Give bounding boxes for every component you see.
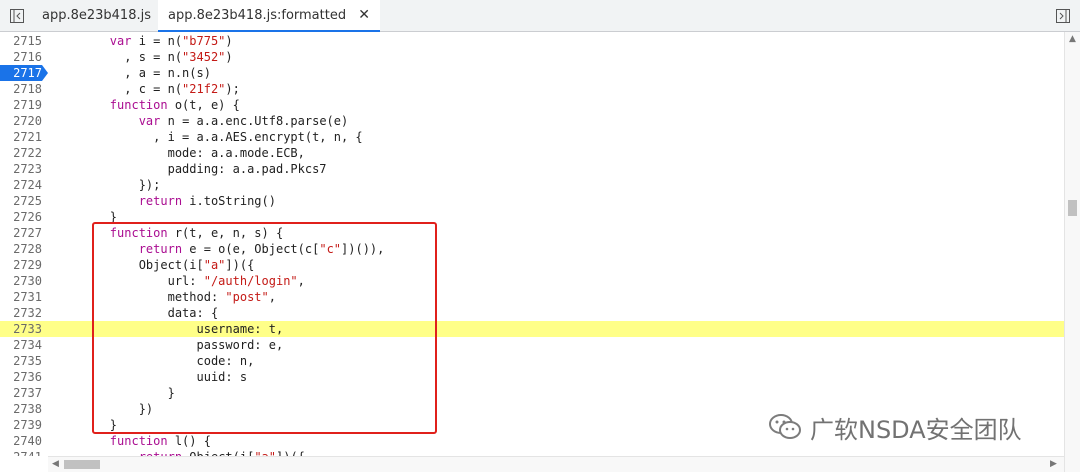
code-line[interactable]: 2737 } <box>0 385 1064 401</box>
scroll-right-icon[interactable]: ▶ <box>1050 459 1057 469</box>
code-text: } <box>52 418 118 432</box>
tab-label: app.8e23b418.js:formatted <box>168 8 347 23</box>
watermark: 广软NSDA安全团队 <box>768 410 1022 444</box>
code-line[interactable]: 2732 data: { <box>0 305 1064 321</box>
code-text: Object(i["a"])({ <box>52 258 255 272</box>
code-line[interactable]: 2717 , a = n.n(s) <box>0 65 1064 81</box>
code-line[interactable]: 2733 username: t, <box>0 321 1064 337</box>
code-text: password: e, <box>52 338 284 352</box>
toggle-debugger-icon[interactable] <box>1056 8 1070 23</box>
code-editor[interactable]: 2715 var i = n("b775") 2716 , s = n("3452… <box>0 32 1064 456</box>
line-number[interactable]: 2724 <box>0 177 42 193</box>
code-text: , a = n.n(s) <box>52 66 211 80</box>
close-icon[interactable]: ✕ <box>358 0 370 31</box>
line-number[interactable]: 2722 <box>0 145 42 161</box>
code-text: mode: a.a.mode.ECB, <box>52 146 305 160</box>
code-line[interactable]: 2727 function r(t, e, n, s) { <box>0 225 1064 241</box>
scroll-up-icon[interactable]: ▲ <box>1069 34 1076 44</box>
tab-app-js-formatted[interactable]: app.8e23b418.js:formatted ✕ <box>158 0 380 32</box>
code-line[interactable]: 2725 return i.toString() <box>0 193 1064 209</box>
vertical-scroll-thumb[interactable] <box>1068 200 1077 216</box>
code-line[interactable]: 2721 , i = a.a.AES.encrypt(t, n, { <box>0 129 1064 145</box>
watermark-text: 广软NSDA安全团队 <box>810 415 1022 444</box>
line-number[interactable]: 2738 <box>0 401 42 417</box>
line-number[interactable]: 2735 <box>0 353 42 369</box>
editor-tab-bar: app.8e23b418.js app.8e23b418.js:formatte… <box>0 0 1080 32</box>
line-number[interactable]: 2728 <box>0 241 42 257</box>
code-text: }) <box>52 402 154 416</box>
line-number[interactable]: 2716 <box>0 49 42 65</box>
line-number[interactable]: 2741 <box>0 449 42 456</box>
code-line[interactable]: 2716 , s = n("3452") <box>0 49 1064 65</box>
vertical-scrollbar[interactable]: ▲ <box>1064 32 1080 472</box>
code-line[interactable]: 2720 var n = a.a.enc.Utf8.parse(e) <box>0 113 1064 129</box>
code-text: data: { <box>52 306 219 320</box>
code-text: , c = n("21f2"); <box>52 82 240 96</box>
code-text: method: "post", <box>52 290 276 304</box>
tab-app-js[interactable]: app.8e23b418.js <box>32 0 161 31</box>
code-line[interactable]: 2715 var i = n("b775") <box>0 33 1064 49</box>
horizontal-scroll-thumb[interactable] <box>64 460 100 469</box>
code-text: return Object(i["a"])({ <box>52 449 305 456</box>
code-text: username: t, <box>52 322 284 336</box>
code-line[interactable]: 2724 }); <box>0 177 1064 193</box>
code-line[interactable]: 2730 url: "/auth/login", <box>0 273 1064 289</box>
code-line[interactable]: 2728 return e = o(e, Object(c["c"])()), <box>0 241 1064 257</box>
line-number[interactable]: 2720 <box>0 113 42 129</box>
line-number[interactable]: 2732 <box>0 305 42 321</box>
line-number[interactable]: 2721 <box>0 129 42 145</box>
line-number[interactable]: 2736 <box>0 369 42 385</box>
code-text: var n = a.a.enc.Utf8.parse(e) <box>138 114 349 128</box>
code-text: } <box>52 210 118 224</box>
code-line[interactable]: 2731 method: "post", <box>0 289 1064 305</box>
line-number[interactable]: 2740 <box>0 433 42 449</box>
code-line[interactable]: 2718 , c = n("21f2"); <box>0 81 1064 97</box>
code-text: } <box>52 386 175 400</box>
code-text: }); <box>52 178 161 192</box>
code-text: var i = n("b775") <box>109 34 233 48</box>
code-text: function o(t, e) { <box>109 98 240 112</box>
line-number[interactable]: 2734 <box>0 337 42 353</box>
line-number[interactable]: 2725 <box>0 193 42 209</box>
code-line[interactable]: 2726 } <box>0 209 1064 225</box>
code-line[interactable]: 2741 return Object(i["a"])({ <box>0 449 1064 456</box>
line-number[interactable]: 2726 <box>0 209 42 225</box>
code-text: function r(t, e, n, s) { <box>109 226 284 240</box>
line-number[interactable]: 2719 <box>0 97 42 113</box>
line-number[interactable]: 2730 <box>0 273 42 289</box>
code-text: code: n, <box>52 354 255 368</box>
code-text: function l() { <box>109 434 211 448</box>
horizontal-scrollbar[interactable]: ◀ ▶ <box>48 456 1064 472</box>
code-line[interactable]: 2735 code: n, <box>0 353 1064 369</box>
line-number[interactable]: 2731 <box>0 289 42 305</box>
code-text: , i = a.a.AES.encrypt(t, n, { <box>52 130 363 144</box>
code-line[interactable]: 2722 mode: a.a.mode.ECB, <box>0 145 1064 161</box>
line-number[interactable]: 2737 <box>0 385 42 401</box>
line-number[interactable]: 2718 <box>0 81 42 97</box>
line-number[interactable]: 2739 <box>0 417 42 433</box>
line-number[interactable]: 2717 <box>0 65 48 81</box>
code-text: url: "/auth/login", <box>52 274 305 288</box>
code-line[interactable]: 2719 function o(t, e) { <box>0 97 1064 113</box>
code-line[interactable]: 2734 password: e, <box>0 337 1064 353</box>
code-line[interactable]: 2729 Object(i["a"])({ <box>0 257 1064 273</box>
line-number[interactable]: 2727 <box>0 225 42 241</box>
toggle-navigator-icon[interactable] <box>10 8 24 23</box>
code-text: return e = o(e, Object(c["c"])()), <box>138 242 385 256</box>
wechat-icon <box>769 414 801 439</box>
code-text: padding: a.a.pad.Pkcs7 <box>52 162 327 176</box>
line-number[interactable]: 2733 <box>0 321 42 337</box>
code-text: return i.toString() <box>138 194 276 208</box>
code-line[interactable]: 2736 uuid: s <box>0 369 1064 385</box>
code-line[interactable]: 2723 padding: a.a.pad.Pkcs7 <box>0 161 1064 177</box>
line-number[interactable]: 2723 <box>0 161 42 177</box>
code-text: , s = n("3452") <box>52 50 233 64</box>
code-text: uuid: s <box>52 370 248 384</box>
line-number[interactable]: 2729 <box>0 257 42 273</box>
line-number[interactable]: 2715 <box>0 33 42 49</box>
tab-label: app.8e23b418.js <box>42 8 151 23</box>
scroll-left-icon[interactable]: ◀ <box>52 459 59 469</box>
